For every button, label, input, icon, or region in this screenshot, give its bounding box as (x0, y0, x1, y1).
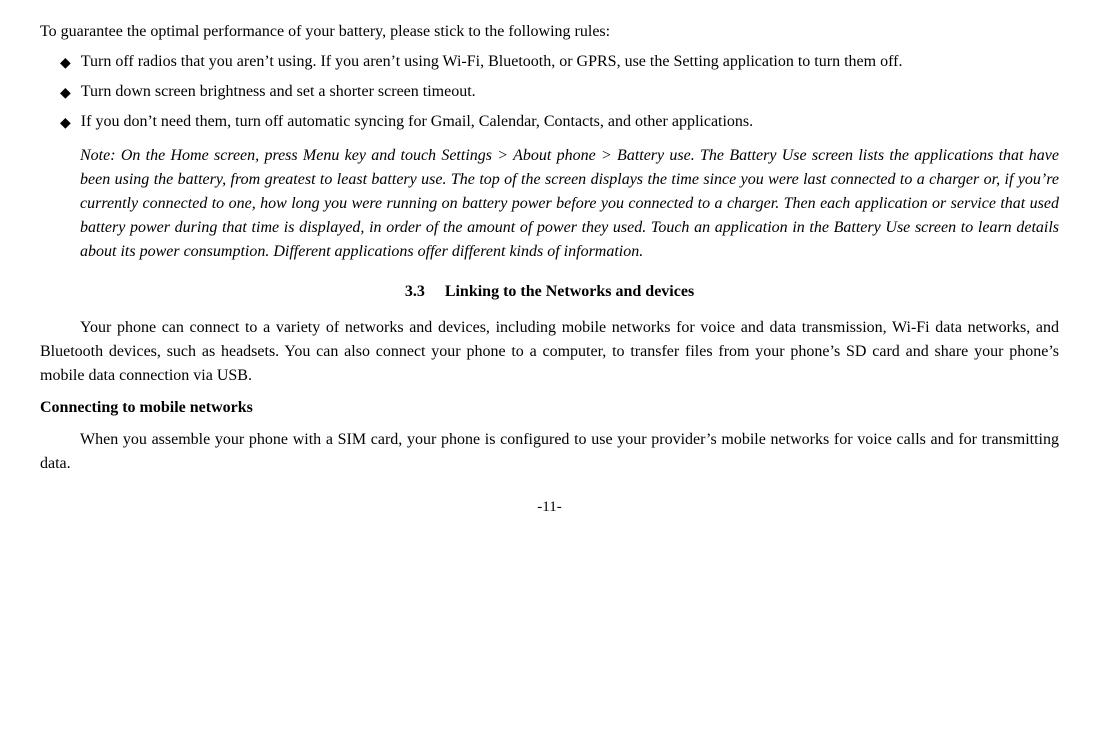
list-item: ◆ If you don’t need them, turn off autom… (60, 110, 1059, 134)
bullet-diamond-icon: ◆ (60, 113, 71, 134)
list-item: ◆ Turn off radios that you aren’t using.… (60, 50, 1059, 74)
bullet-text-1: Turn off radios that you aren’t using. I… (81, 50, 1059, 74)
bullet-text-3: If you don’t need them, turn off automat… (81, 110, 1059, 134)
list-item: ◆ Turn down screen brightness and set a … (60, 80, 1059, 104)
note-text: Note: On the Home screen, press Menu key… (80, 144, 1059, 264)
para2-text: When you assemble your phone with a SIM … (40, 428, 1059, 476)
para1-text: Your phone can connect to a variety of n… (40, 316, 1059, 388)
section-number: 3.3 (405, 283, 425, 300)
subsection-heading: Connecting to mobile networks (40, 396, 1059, 420)
page-content: To guarantee the optimal performance of … (40, 20, 1059, 519)
intro-text: To guarantee the optimal performance of … (40, 20, 1059, 44)
section-title: Linking to the Networks and devices (445, 283, 694, 300)
page-number: -11- (40, 496, 1059, 519)
bullet-diamond-icon: ◆ (60, 83, 71, 104)
section-heading: 3.3 Linking to the Networks and devices (40, 280, 1059, 304)
bullet-text-2: Turn down screen brightness and set a sh… (81, 80, 1059, 104)
bullet-list: ◆ Turn off radios that you aren’t using.… (60, 50, 1059, 134)
bullet-diamond-icon: ◆ (60, 53, 71, 74)
